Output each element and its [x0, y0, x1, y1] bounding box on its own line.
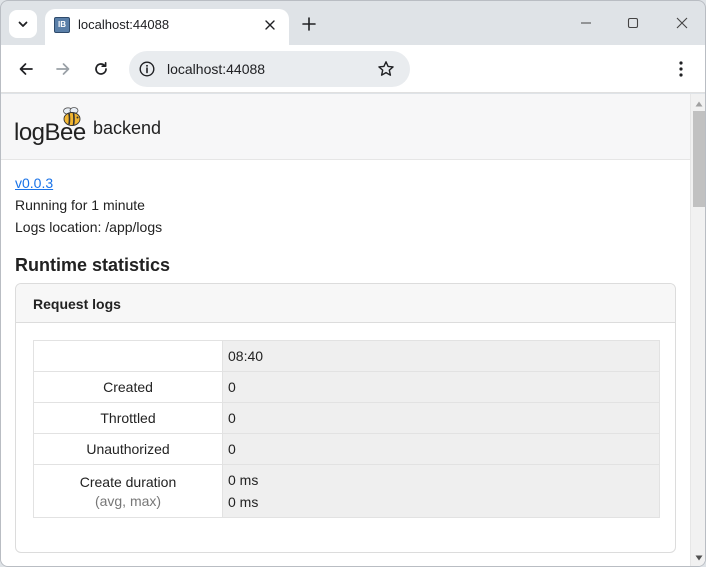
- reload-button[interactable]: [87, 55, 115, 83]
- row-value-create-duration: 0 ms 0 ms: [222, 464, 660, 518]
- tab-close-button[interactable]: [261, 16, 279, 34]
- plus-icon: [302, 17, 316, 31]
- row-value-throttled: 0: [222, 402, 660, 434]
- duration-avg: 0 ms: [228, 472, 259, 488]
- arrow-left-icon: [19, 63, 33, 75]
- address-bar[interactable]: localhost:44088: [129, 51, 410, 87]
- more-vert-icon: [679, 61, 683, 77]
- logbee-logo[interactable]: logBee: [14, 106, 89, 148]
- tab-strip: lB localhost:44088: [1, 1, 705, 45]
- arrow-right-icon: [56, 63, 70, 75]
- row-label-created: Created: [33, 371, 223, 403]
- new-tab-button[interactable]: [297, 12, 321, 36]
- reload-icon: [95, 61, 107, 75]
- scroll-up-button[interactable]: [691, 96, 705, 112]
- time-column-header: 08:40: [222, 340, 660, 372]
- card-title: Request logs: [33, 296, 121, 312]
- table-row: Unauthorized 0: [33, 433, 660, 465]
- vertical-scrollbar[interactable]: [690, 94, 705, 566]
- scrollbar-thumb[interactable]: [693, 111, 705, 207]
- row-label-unauthorized: Unauthorized: [33, 433, 223, 465]
- browser-tab[interactable]: lB localhost:44088: [45, 9, 289, 45]
- favicon-icon: lB: [54, 17, 70, 33]
- table-row: Created 0: [33, 371, 660, 403]
- table-header-row: 08:40: [33, 340, 660, 372]
- site-info-icon[interactable]: [137, 59, 157, 79]
- bee-icon: [63, 107, 81, 126]
- uptime-text: Running for 1 minute: [15, 197, 145, 213]
- version-link[interactable]: v0.0.3: [15, 175, 53, 191]
- back-button[interactable]: [12, 55, 40, 83]
- create-duration-sublabel: (avg, max): [94, 492, 162, 509]
- row-label-throttled: Throttled: [33, 402, 223, 434]
- maximize-icon: [627, 17, 639, 29]
- table-row: Throttled 0: [33, 402, 660, 434]
- triangle-down-icon: [695, 555, 703, 561]
- minimize-icon: [581, 22, 591, 24]
- page-content: logBee backend v0.0.3 Running for 1 minu…: [1, 94, 690, 566]
- table-corner-cell: [33, 340, 223, 372]
- duration-max: 0 ms: [228, 494, 259, 510]
- row-value-unauthorized: 0: [222, 433, 660, 465]
- request-logs-card: Request logs 08:40 Created 0 Throttled 0: [15, 283, 676, 553]
- forward-button[interactable]: [49, 55, 77, 83]
- browser-window: lB localhost:44088 localhost:44088 logBe…: [0, 0, 706, 567]
- app-header: logBee backend: [1, 94, 690, 160]
- maximize-button[interactable]: [618, 9, 648, 37]
- tab-title: localhost:44088: [78, 17, 170, 32]
- close-icon: [676, 17, 688, 29]
- tab-search-button[interactable]: [9, 10, 37, 38]
- logs-location-text: Logs location: /app/logs: [15, 219, 163, 235]
- card-header: Request logs: [16, 284, 675, 323]
- close-icon: [265, 20, 275, 30]
- app-info: v0.0.3 Running for 1 minute Logs locatio…: [15, 172, 162, 238]
- browser-menu-button[interactable]: [667, 55, 695, 83]
- browser-toolbar: localhost:44088: [1, 45, 705, 93]
- page-viewport: logBee backend v0.0.3 Running for 1 minu…: [1, 94, 705, 566]
- bookmark-star-icon[interactable]: [376, 59, 396, 79]
- app-name: backend: [93, 118, 162, 138]
- table-row: Create duration (avg, max) 0 ms 0 ms: [33, 464, 660, 518]
- window-close-button[interactable]: [667, 9, 697, 37]
- runtime-statistics-title: Runtime statistics: [15, 255, 171, 275]
- create-duration-label: Create duration: [79, 473, 177, 490]
- scroll-down-button[interactable]: [691, 550, 705, 566]
- url-text[interactable]: localhost:44088: [167, 61, 265, 77]
- triangle-up-icon: [695, 101, 703, 107]
- minimize-button[interactable]: [571, 9, 601, 37]
- chevron-down-icon: [18, 21, 28, 27]
- request-logs-table: 08:40 Created 0 Throttled 0 Unauthorized…: [33, 340, 660, 518]
- row-label-create-duration: Create duration (avg, max): [33, 464, 223, 518]
- row-value-created: 0: [222, 371, 660, 403]
